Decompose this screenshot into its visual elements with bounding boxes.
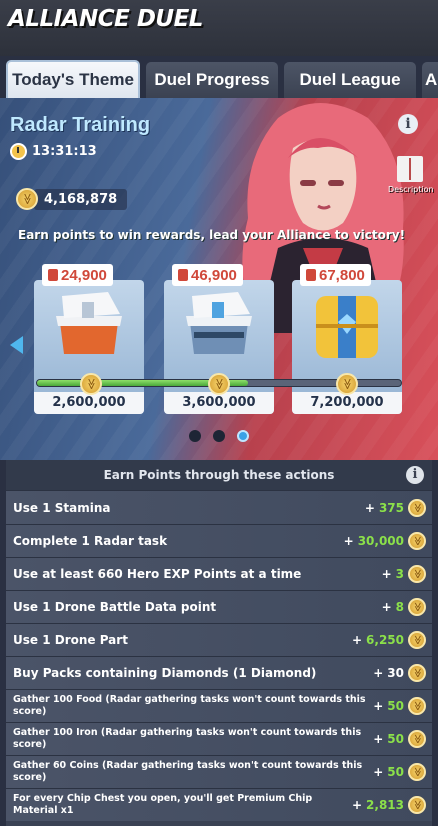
top-bar: ALLIANCE DUEL [0,0,438,56]
gem-icon [48,269,58,281]
points-value: 4,168,878 [34,188,128,210]
action-label: Buy Packs containing Diamonds (1 Diamond… [13,666,317,680]
action-points-value: 50 [387,732,404,746]
action-points: +6,250 [352,631,426,649]
action-points-value: 2,813 [366,798,404,812]
info-icon[interactable]: i [406,466,424,484]
tab-truncated[interactable]: A [422,62,438,98]
action-label: Complete 1 Radar task [13,534,168,548]
chest-price-value: 24,900 [61,266,107,284]
action-points: +30,000 [344,532,426,550]
action-label: Use 1 Drone Part [13,633,128,647]
duel-point-icon [16,188,38,210]
action-points: +30 [373,664,426,682]
action-points-value: 6,250 [366,633,404,647]
event-timer: 13:31:13 [10,143,97,160]
reward-chests: 24,900 2,600,000 46,900 3,600,000 67,800… [10,258,428,418]
action-label: Use at least 660 Hero EXP Points at a ti… [13,567,302,581]
duel-point-icon [408,664,426,682]
description-label: Description [388,185,434,194]
actions-panel: Earn Points through these actions i Use … [6,460,432,826]
action-points: +50 [373,697,426,715]
gem-icon [178,269,188,281]
tab-duel-progress[interactable]: Duel Progress [146,62,278,98]
action-label: Use 1 Stamina [13,500,111,515]
page-dots [0,430,438,442]
tab-bar: Today's Theme Duel Progress Duel League … [0,56,438,100]
duel-point-icon [408,631,426,649]
actions-header-text: Earn Points through these actions [103,468,335,482]
book-icon [397,156,423,182]
event-tagline: Earn points to win rewards, lead your Al… [18,228,406,242]
actions-header: Earn Points through these actions i [6,460,432,490]
chest-orange-icon [56,292,122,354]
action-points: +2,813 [352,796,426,814]
action-points: +50 [373,730,426,748]
duel-point-icon [408,796,426,814]
milestone-coin-icon [80,373,102,395]
chest-requirement: 2,600,000 [34,392,144,414]
action-points-value: 30,000 [357,534,404,548]
duel-point-icon [408,565,426,583]
chest-requirement: 7,200,000 [292,392,402,414]
action-points-value: 375 [378,500,404,515]
clock-icon [10,143,27,160]
milestone-coin-icon [336,373,358,395]
action-row: Use 1 Stamina +375 [6,490,432,524]
action-points: +50 [373,763,426,781]
duel-point-icon [408,598,426,616]
timer-value: 13:31:13 [32,144,97,159]
action-points-value: 30 [387,666,404,680]
page-title: ALLIANCE DUEL [8,6,203,32]
chest-requirement: 3,600,000 [164,392,274,414]
action-label: Gather 100 Food (Radar gathering tasks w… [13,694,366,717]
duel-point-icon [408,498,426,517]
chest-blue-icon [186,292,252,354]
action-points-value: 50 [387,765,404,779]
chest-price: 46,900 [172,264,243,286]
action-row: Gather 100 Food (Radar gathering tasks w… [6,689,432,722]
action-row: Buy Packs containing Diamonds (1 Diamond… [6,656,432,689]
milestone-coin-icon [208,373,230,395]
action-row: Use 1 Drone Part +6,250 [6,623,432,656]
action-points-value: 8 [395,600,404,614]
action-points: +375 [365,498,426,517]
action-points: +3 [382,565,426,583]
action-label: Gather 100 Iron (Radar gathering tasks w… [13,727,362,750]
arrow-left-icon[interactable] [10,336,23,354]
tab-duel-league[interactable]: Duel League [284,62,416,98]
action-points: +8 [382,598,426,616]
page-dot[interactable] [189,430,201,442]
chest-gold-icon [316,296,378,358]
action-row: Complete 1 Radar task +30,000 [6,524,432,557]
action-row: For every Chip Chest you open, you'll ge… [6,788,432,821]
event-name: Radar Training [10,114,151,136]
action-label: Use 1 Drone Battle Data point [13,600,217,614]
action-row: Gather 60 Coins (Radar gathering tasks w… [6,755,432,788]
action-points-value: 3 [395,567,404,581]
points-total: 4,168,878 [16,186,128,212]
chest-price-value: 46,900 [191,266,237,284]
action-row: Use at least 660 Hero EXP Points at a ti… [6,557,432,590]
description-button[interactable]: Description [388,156,434,202]
duel-point-icon [408,763,426,781]
chest-price-value: 67,800 [319,266,365,284]
action-row: Use 1 Drone Battle Data point +8 [6,590,432,623]
chest-price: 24,900 [42,264,113,286]
page-dot[interactable] [213,430,225,442]
gem-icon [306,269,316,281]
action-label: Gather 60 Coins (Radar gathering tasks w… [13,760,363,783]
action-label: For every Chip Chest you open, you'll ge… [13,793,313,816]
page-dot-active[interactable] [237,430,249,442]
action-row: Gather 100 Iron (Radar gathering tasks w… [6,722,432,755]
duel-point-icon [408,730,426,748]
tab-todays-theme[interactable]: Today's Theme [6,60,140,100]
info-icon[interactable]: i [398,114,418,134]
chest-price: 67,800 [300,264,371,286]
event-banner: Radar Training 13:31:13 i Description 4,… [0,98,438,460]
duel-point-icon [408,697,426,715]
duel-point-icon [408,532,426,550]
action-points-value: 50 [387,699,404,713]
